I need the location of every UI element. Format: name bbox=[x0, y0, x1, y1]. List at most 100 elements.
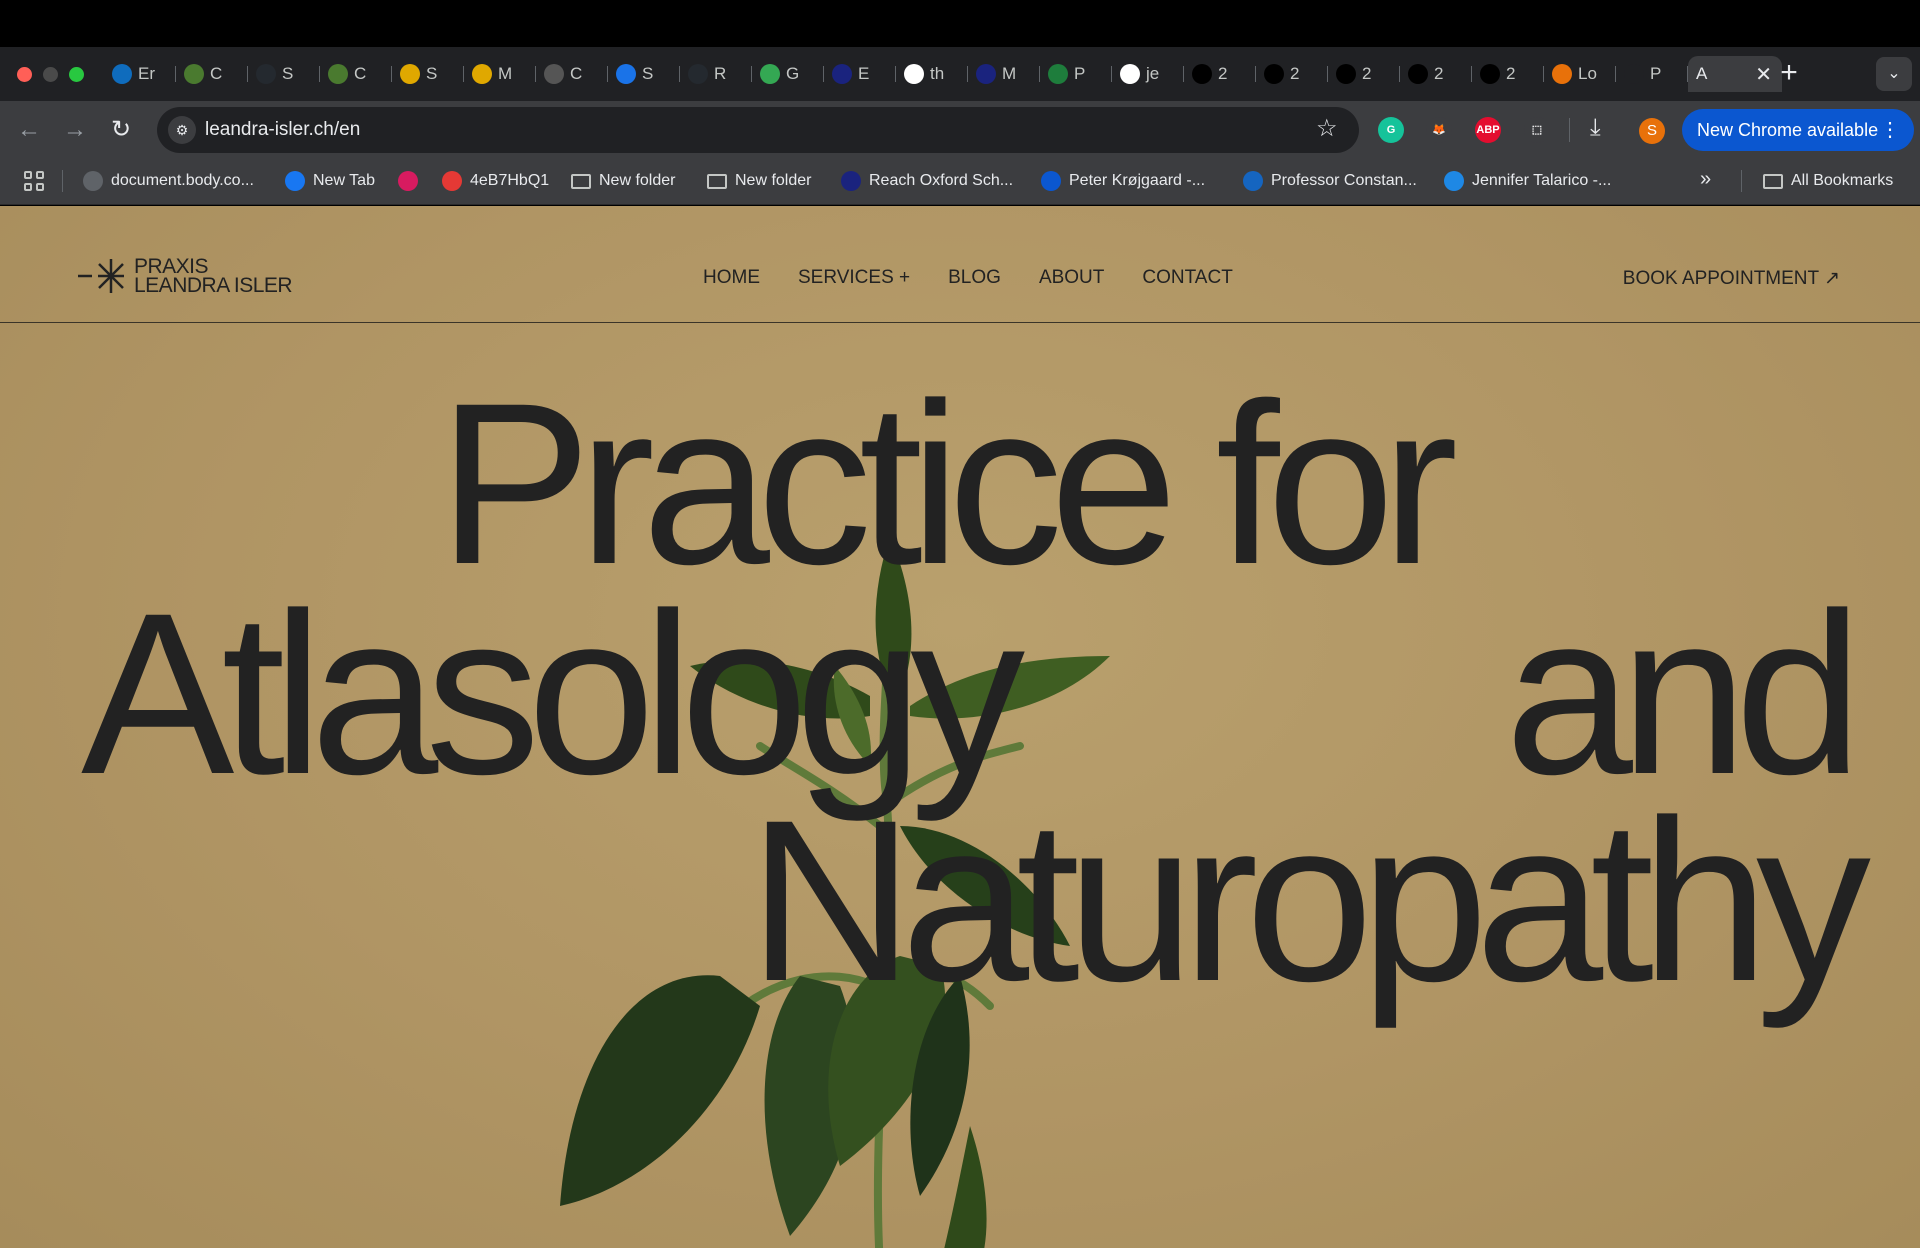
browser-tab[interactable]: C bbox=[536, 56, 608, 92]
browser-tab[interactable]: R bbox=[680, 56, 752, 92]
browser-tab[interactable]: P bbox=[1616, 56, 1688, 92]
github-icon bbox=[256, 64, 276, 84]
nav-about[interactable]: ABOUT bbox=[1039, 267, 1104, 289]
s-logo-icon bbox=[398, 171, 418, 191]
tab-title: Lo bbox=[1578, 64, 1597, 83]
tab-title: C bbox=[570, 64, 583, 83]
bookmark-item[interactable]: Reach Oxford Sch... bbox=[841, 168, 1013, 194]
page-viewport: PRAXIS LEANDRA ISLER HOME SERVICES + BLO… bbox=[0, 206, 1920, 1248]
tab-title: G bbox=[786, 64, 800, 83]
browser-tab[interactable]: 2 bbox=[1328, 56, 1400, 92]
dot-icon bbox=[1480, 64, 1500, 84]
bookmark-label: document.body.co... bbox=[111, 172, 254, 189]
bookmark-item[interactable]: document.body.co... bbox=[83, 168, 254, 194]
vuejs-icon bbox=[1048, 64, 1068, 84]
more-bookmarks-chevron-icon[interactable]: » bbox=[1700, 168, 1711, 191]
bookmark-item[interactable]: Jennifer Talarico -... bbox=[1444, 168, 1611, 194]
browser-tab[interactable]: G bbox=[752, 56, 824, 92]
bookmark-item[interactable]: New Tab bbox=[285, 168, 375, 194]
browser-tab[interactable]: S bbox=[248, 56, 320, 92]
tab-title: A bbox=[1696, 64, 1708, 83]
new-chrome-available-button[interactable]: New Chrome available ⋮ bbox=[1682, 109, 1914, 151]
tab-title: S bbox=[642, 64, 654, 83]
close-window-button[interactable] bbox=[17, 67, 32, 82]
puzzle-icon[interactable]: ⬚ bbox=[1524, 117, 1550, 143]
browser-tab[interactable]: th bbox=[896, 56, 968, 92]
browser-tab[interactable]: S bbox=[392, 56, 464, 92]
bookmark-star-icon[interactable]: ☆ bbox=[1316, 114, 1338, 143]
apps-grid-icon[interactable] bbox=[24, 171, 44, 191]
browser-tab[interactable]: Lo bbox=[1544, 56, 1616, 92]
back-button[interactable]: ← bbox=[13, 114, 45, 146]
bookmark-label: Reach Oxford Sch... bbox=[869, 172, 1014, 189]
browser-tab[interactable]: 2 bbox=[1256, 56, 1328, 92]
site-info-icon[interactable]: ⚙ bbox=[168, 116, 196, 144]
browser-tab[interactable]: M bbox=[968, 56, 1040, 92]
grammarly-icon[interactable]: G bbox=[1378, 117, 1404, 143]
bookmark-item[interactable]: New folder bbox=[571, 168, 675, 194]
browser-tab[interactable]: 2 bbox=[1184, 56, 1256, 92]
tab-title: C bbox=[354, 64, 367, 83]
browser-tab[interactable]: 2 bbox=[1472, 56, 1544, 92]
adblock-icon[interactable]: ABP bbox=[1475, 117, 1501, 143]
bookmark-item[interactable] bbox=[398, 168, 418, 194]
metamask-icon[interactable]: 🦊 bbox=[1426, 117, 1452, 143]
reload-button[interactable]: ↻ bbox=[105, 114, 137, 146]
main-nav: HOME SERVICES + BLOG ABOUT CONTACT bbox=[703, 267, 1233, 289]
nav-blog[interactable]: BLOG bbox=[948, 267, 1001, 289]
tab-title: P bbox=[1650, 64, 1662, 83]
leaf-icon bbox=[328, 64, 348, 84]
nav-contact[interactable]: CONTACT bbox=[1142, 267, 1232, 289]
toolbar-divider bbox=[1569, 118, 1570, 142]
all-bookmarks-button[interactable]: All Bookmarks bbox=[1763, 168, 1893, 194]
browser-tab[interactable]: C bbox=[176, 56, 248, 92]
tab-title: Er bbox=[138, 64, 155, 83]
dot-icon bbox=[1408, 64, 1428, 84]
tab-title: 2 bbox=[1434, 64, 1444, 83]
nav-services[interactable]: SERVICES + bbox=[798, 267, 910, 289]
tab-title: M bbox=[498, 64, 513, 83]
system-top-bar bbox=[0, 0, 1920, 47]
browser-tab[interactable]: 2 bbox=[1400, 56, 1472, 92]
bookmark-label: New folder bbox=[735, 172, 812, 189]
bookmark-label: Professor Constan... bbox=[1271, 172, 1417, 189]
tab-title: 2 bbox=[1290, 64, 1300, 83]
nav-home[interactable]: HOME bbox=[703, 267, 760, 289]
more-menu-icon[interactable]: ⋮ bbox=[1880, 109, 1900, 151]
bookmark-item[interactable]: Peter Krøjgaard -... bbox=[1041, 168, 1205, 194]
profile-avatar[interactable]: S bbox=[1639, 118, 1665, 144]
browser-tab[interactable]: Er bbox=[104, 56, 176, 92]
bookmark-label: New Tab bbox=[313, 172, 375, 189]
w-icon bbox=[1624, 64, 1644, 84]
dot-icon bbox=[1336, 64, 1356, 84]
tab-search-button[interactable]: ⌄ bbox=[1876, 57, 1912, 91]
zoom-window-button[interactable] bbox=[69, 67, 84, 82]
url-text[interactable]: leandra-isler.ch/en bbox=[205, 119, 360, 141]
folder-icon bbox=[1763, 173, 1783, 189]
outlook-icon bbox=[112, 64, 132, 84]
folder-icon bbox=[707, 173, 727, 189]
browser-tab[interactable]: M bbox=[464, 56, 536, 92]
circle-icon bbox=[904, 64, 924, 84]
browser-tab[interactable]: P bbox=[1040, 56, 1112, 92]
bookmark-item[interactable]: New folder bbox=[707, 168, 811, 194]
new-tab-button[interactable]: + bbox=[1772, 57, 1806, 91]
browser-tab[interactable]: S bbox=[608, 56, 680, 92]
browser-tab[interactable]: je bbox=[1112, 56, 1184, 92]
browser-tab[interactable]: C bbox=[320, 56, 392, 92]
browser-tab[interactable]: E bbox=[824, 56, 896, 92]
github-icon bbox=[688, 64, 708, 84]
minimize-window-button[interactable] bbox=[43, 67, 58, 82]
active-browser-tab[interactable]: A ✕ bbox=[1688, 56, 1782, 92]
forward-button[interactable]: → bbox=[59, 114, 91, 146]
bookmark-label: New folder bbox=[599, 172, 676, 189]
book-appointment-link[interactable]: BOOK APPOINTMENT ↗ bbox=[1623, 267, 1840, 290]
bookmark-item[interactable]: Professor Constan... bbox=[1243, 168, 1417, 194]
bookmark-item[interactable]: 4eB7HbQ1 bbox=[442, 168, 549, 194]
close-tab-icon[interactable]: ✕ bbox=[1755, 62, 1772, 87]
shield-icon bbox=[841, 171, 861, 191]
site-logo[interactable]: PRAXIS LEANDRA ISLER bbox=[78, 256, 293, 296]
download-icon[interactable]: ⤓ bbox=[1590, 114, 1601, 142]
tab-title: je bbox=[1146, 64, 1160, 83]
folder-icon bbox=[571, 173, 591, 189]
